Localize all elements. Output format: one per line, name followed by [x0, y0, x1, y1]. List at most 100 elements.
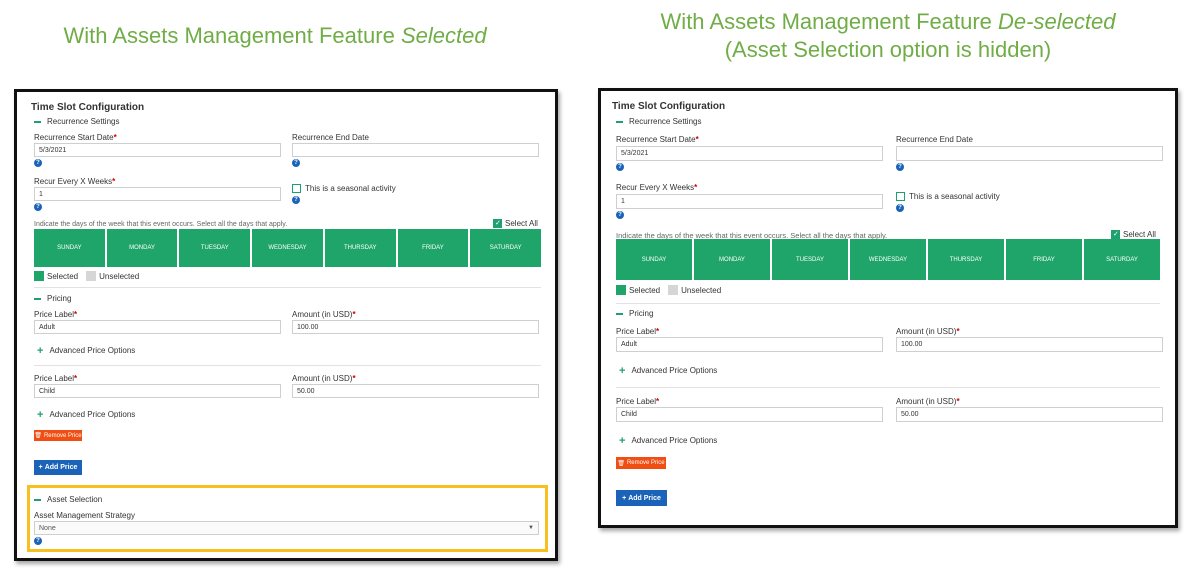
- price-label-text: Price Label: [34, 310, 75, 319]
- recurrence-section-toggle[interactable]: Recurrence Settings: [34, 117, 119, 126]
- plus-icon: +: [37, 344, 44, 357]
- recurrence-section-toggle[interactable]: Recurrence Settings: [616, 117, 701, 126]
- pricing-section-label: Pricing: [629, 309, 654, 318]
- price-label-1-label: Price Label*: [34, 310, 78, 319]
- help-icon[interactable]: ?: [34, 537, 42, 545]
- seasonal-checkbox[interactable]: [292, 184, 301, 193]
- day-sunday[interactable]: SUNDAY: [34, 229, 105, 267]
- help-icon[interactable]: ?: [616, 163, 624, 171]
- trash-icon: 🗑: [34, 433, 42, 439]
- advanced-price-options-label: Advanced Price Options: [49, 410, 136, 419]
- page-title: Time Slot Configuration: [612, 101, 726, 112]
- amount-1-label: Amount (in USD)*: [896, 327, 960, 336]
- help-icon[interactable]: ?: [896, 163, 904, 171]
- help-icon[interactable]: ?: [292, 159, 300, 167]
- amount-1-input[interactable]: 100.00: [896, 337, 1163, 352]
- amount-label-text: Amount (in USD): [292, 310, 353, 319]
- amount-2-label: Amount (in USD)*: [896, 397, 960, 406]
- recur-label-text: Recur Every X Weeks: [616, 183, 695, 192]
- price-label-text: Price Label: [616, 397, 657, 406]
- recurrence-section-label: Recurrence Settings: [47, 117, 120, 126]
- seasonal-checkbox-row[interactable]: This is a seasonal activity: [896, 192, 1000, 201]
- recur-weeks-input[interactable]: 1: [616, 194, 883, 209]
- asset-section-toggle[interactable]: Asset Selection: [34, 495, 102, 504]
- add-price-label: Add Price: [628, 494, 661, 502]
- remove-price-button[interactable]: 🗑 Remove Price: [616, 457, 666, 469]
- day-tuesday[interactable]: TUESDAY: [179, 229, 251, 267]
- recur-weeks-input[interactable]: 1: [34, 187, 281, 201]
- price-label-2-input[interactable]: Child: [34, 384, 281, 398]
- price-label-2-label: Price Label*: [34, 374, 78, 383]
- minus-icon: [34, 498, 41, 501]
- seasonal-checkbox-row[interactable]: This is a seasonal activity: [292, 184, 396, 193]
- day-thursday[interactable]: THURSDAY: [928, 239, 1004, 280]
- day-monday[interactable]: MONDAY: [106, 229, 178, 267]
- legend-unselected-label: Unselected: [99, 271, 140, 281]
- day-friday[interactable]: FRIDAY: [1006, 239, 1082, 280]
- end-date-input[interactable]: [292, 143, 539, 157]
- advanced-price-options-1[interactable]: + Advanced Price Options: [619, 364, 717, 377]
- remove-price-label: Remove Price: [626, 460, 665, 466]
- remove-price-button[interactable]: 🗑 Remove Price: [34, 430, 82, 441]
- advanced-price-options-2[interactable]: + Advanced Price Options: [619, 434, 717, 447]
- day-tuesday[interactable]: TUESDAY: [772, 239, 848, 280]
- advanced-price-options-1[interactable]: + Advanced Price Options: [37, 344, 135, 357]
- page-title: Time Slot Configuration: [31, 102, 145, 113]
- plus-icon: +: [619, 434, 626, 447]
- select-all-checkbox[interactable]: [493, 219, 502, 228]
- caption-right-emphasis: De-selected: [998, 9, 1116, 34]
- caption-right-subtext: (Asset Selection option is hidden): [724, 37, 1052, 62]
- divider: [34, 365, 541, 366]
- select-all-toggle[interactable]: Select All: [493, 219, 538, 228]
- select-all-toggle[interactable]: Select All: [1111, 230, 1156, 239]
- day-sunday[interactable]: SUNDAY: [616, 239, 692, 280]
- day-saturday[interactable]: SATURDAY: [470, 229, 542, 267]
- price-label-2-input[interactable]: Child: [616, 407, 883, 422]
- caption-right-text: With Assets Management Feature: [660, 9, 999, 34]
- advanced-price-options-2[interactable]: + Advanced Price Options: [37, 409, 136, 420]
- select-all-checkbox[interactable]: [1111, 230, 1120, 239]
- remove-price-label: Remove Price: [43, 432, 82, 439]
- help-icon[interactable]: ?: [896, 204, 904, 212]
- amount-2-input[interactable]: 50.00: [896, 407, 1163, 422]
- select-all-label: Select All: [1123, 230, 1156, 239]
- start-date-input[interactable]: 5/3/2021: [34, 143, 281, 157]
- add-price-button[interactable]: + Add Price: [34, 460, 82, 475]
- amount-2-input[interactable]: 50.00: [292, 384, 539, 398]
- start-date-input[interactable]: 5/3/2021: [616, 146, 883, 161]
- asset-strategy-select[interactable]: None ▼: [34, 521, 539, 535]
- help-icon[interactable]: ?: [34, 203, 42, 211]
- price-label-1-label: Price Label*: [616, 327, 660, 336]
- minus-icon: [616, 120, 623, 123]
- pricing-section-toggle[interactable]: Pricing: [34, 294, 71, 303]
- amount-1-input[interactable]: 100.00: [292, 320, 539, 334]
- plus-icon: +: [619, 364, 626, 377]
- recurrence-section-label: Recurrence Settings: [629, 117, 702, 126]
- price-label-1-input[interactable]: Adult: [616, 337, 883, 352]
- day-thursday[interactable]: THURSDAY: [324, 229, 396, 267]
- caption-right: With Assets Management Feature De-select…: [600, 8, 1176, 64]
- left-panel: Time Slot Configuration Recurrence Setti…: [14, 89, 558, 561]
- help-icon[interactable]: ?: [616, 211, 624, 219]
- help-icon[interactable]: ?: [34, 159, 42, 167]
- caption-left: With Assets Management Feature Selected: [30, 22, 520, 50]
- pricing-section-toggle[interactable]: Pricing: [616, 309, 653, 318]
- day-selector: SUNDAY MONDAY TUESDAY WEDNESDAY THURSDAY…: [34, 229, 542, 267]
- end-date-input[interactable]: [896, 146, 1163, 161]
- day-friday[interactable]: FRIDAY: [397, 229, 469, 267]
- plus-icon: +: [38, 464, 43, 471]
- day-wednesday[interactable]: WEDNESDAY: [850, 239, 926, 280]
- day-legend: Selected Unselected: [34, 271, 139, 281]
- day-monday[interactable]: MONDAY: [694, 239, 770, 280]
- plus-icon: +: [622, 494, 627, 502]
- day-wednesday[interactable]: WEDNESDAY: [252, 229, 323, 267]
- day-saturday[interactable]: SATURDAY: [1084, 239, 1160, 280]
- add-price-button[interactable]: + Add Price: [616, 490, 667, 506]
- amount-label-text: Amount (in USD): [896, 397, 957, 406]
- help-icon[interactable]: ?: [292, 196, 300, 204]
- asset-section-label: Asset Selection: [47, 495, 103, 504]
- day-selector: SUNDAY MONDAY TUESDAY WEDNESDAY THURSDAY…: [616, 239, 1160, 280]
- price-label-text: Price Label: [616, 327, 657, 336]
- seasonal-checkbox[interactable]: [896, 192, 905, 201]
- price-label-1-input[interactable]: Adult: [34, 320, 281, 334]
